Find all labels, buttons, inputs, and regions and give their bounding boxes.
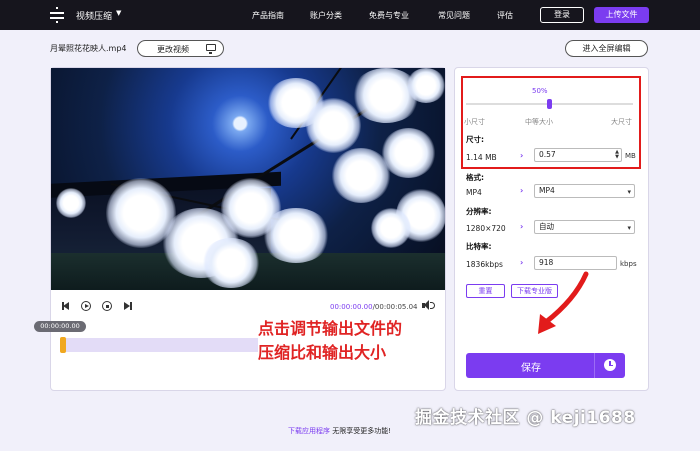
prev-frame-icon[interactable] [62, 301, 72, 311]
size-unit: MB [625, 152, 636, 160]
caret-down-icon: ▾ [627, 224, 631, 232]
download-app-link[interactable]: 下载应用程序 [288, 427, 330, 435]
chevron-right-icon: › [520, 222, 524, 231]
nav-reviews[interactable]: 评估 [497, 10, 513, 21]
stepper-icon[interactable]: ▲ ▼ [615, 150, 619, 160]
video-preview[interactable] [51, 68, 445, 290]
bitrate-output-value: 918 [539, 258, 554, 267]
red-arrow-annotation [538, 271, 589, 334]
nav-faq[interactable]: 常见问题 [438, 10, 470, 21]
slider-mark-large: 大尺寸 [611, 118, 632, 126]
current-time: 00:00:00.00 [330, 303, 373, 311]
video-blossom [261, 208, 331, 263]
annotation-line-2: 压缩比和输出大小 [258, 343, 387, 362]
change-video-label: 更改视频 [157, 45, 189, 54]
file-name: 月晕照花花映人.mp4 [50, 44, 127, 53]
fullscreen-edit-button[interactable]: 进入全屏编辑 [565, 40, 648, 57]
compression-percent: 50% [532, 87, 548, 95]
resolution-label: 分辨率: [466, 207, 492, 216]
bitrate-label: 比特率: [466, 242, 492, 251]
slider-mark-small: 小尺寸 [464, 118, 485, 126]
change-video-button[interactable]: 更改视频 [137, 40, 224, 57]
save-divider [594, 353, 595, 378]
caret-down-icon: ▾ [627, 188, 631, 196]
video-blossom [201, 238, 261, 288]
play-icon[interactable] [81, 301, 91, 311]
video-blossom [306, 98, 361, 153]
login-button[interactable]: 登录 [540, 7, 584, 23]
size-label: 尺寸: [466, 135, 484, 144]
caret-down-icon[interactable]: ▼ [116, 9, 121, 17]
video-blossom [381, 128, 436, 178]
nav-product-guide[interactable]: 产品指南 [252, 10, 284, 21]
format-original: MP4 [466, 188, 482, 197]
timecode: 00:00:00.00/00:00:05.04 [330, 303, 418, 311]
format-label: 格式: [466, 173, 484, 182]
nav-account-types[interactable]: 账户分类 [310, 10, 342, 21]
size-original: 1.14 MB [466, 153, 497, 162]
bitrate-input[interactable]: 918 [534, 256, 617, 270]
video-blossom [406, 68, 445, 103]
app-name[interactable]: 视频压缩 [76, 9, 112, 22]
bitrate-unit: kbps [620, 260, 637, 268]
reset-button[interactable]: 重置 [466, 284, 505, 298]
timeline-handle[interactable] [60, 337, 66, 353]
compression-slider-thumb[interactable] [547, 99, 552, 109]
tutorial-annotation: 点击调节输出文件的 压缩比和输出大小 [258, 317, 438, 365]
next-frame-icon[interactable] [123, 301, 133, 311]
menu-logo-icon[interactable] [50, 7, 64, 23]
playhead-time-badge: 00:00:00.00 [34, 321, 86, 332]
upload-file-button[interactable]: 上传文件 [594, 7, 649, 23]
clock-icon[interactable] [604, 359, 616, 371]
monitor-icon [206, 44, 216, 54]
format-select[interactable]: MP4 ▾ [534, 184, 635, 198]
timeline-track[interactable] [62, 338, 258, 352]
annotation-line-1: 点击调节输出文件的 [258, 319, 403, 338]
size-output-value: 0.57 [539, 150, 556, 159]
resolution-selected: 自动 [539, 222, 554, 231]
chevron-right-icon: › [520, 151, 524, 160]
footer: 下载应用程序 无限享受更多功能! [288, 426, 391, 436]
video-blossom [56, 188, 86, 218]
nav-free-vs-pro[interactable]: 免费与专业 [369, 10, 409, 21]
format-selected: MP4 [539, 186, 555, 195]
save-button[interactable]: 保存 [466, 353, 625, 378]
save-label: 保存 [521, 363, 541, 374]
bitrate-original: 1836kbps [466, 260, 503, 269]
watermark: 掘金技术社区 @ keji1688 [415, 408, 636, 428]
total-time: /00:00:05.04 [372, 303, 418, 311]
footer-text: 无限享受更多功能! [330, 427, 392, 435]
size-output-input[interactable]: 0.57 ▲ ▼ [534, 148, 622, 162]
stop-icon[interactable] [102, 301, 112, 311]
slider-mark-medium: 中等大小 [525, 118, 553, 126]
resolution-original: 1280×720 [466, 224, 506, 233]
chevron-right-icon: › [520, 186, 524, 195]
video-blossom [371, 208, 411, 248]
chevron-right-icon: › [520, 258, 524, 267]
resolution-select[interactable]: 自动 ▾ [534, 220, 635, 234]
